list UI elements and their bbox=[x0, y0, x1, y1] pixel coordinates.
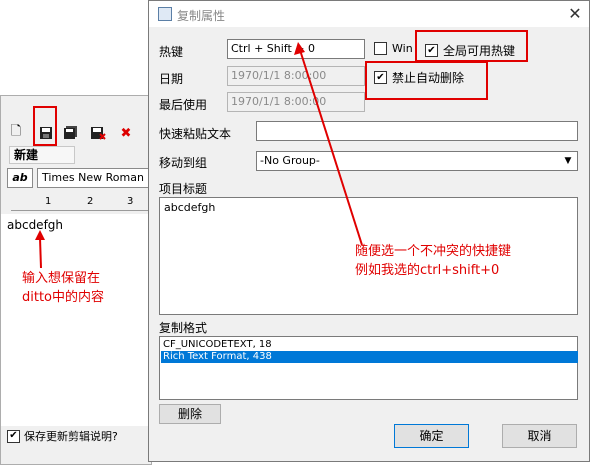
left-arrow-head bbox=[35, 230, 45, 240]
right-arrow-line bbox=[299, 49, 363, 246]
left-annotation-line1: 输入想保留在 bbox=[22, 271, 101, 286]
left-annotation-line2: ditto中的内容 bbox=[22, 290, 105, 305]
annotation-arrows bbox=[35, 42, 363, 269]
right-annotation-line2: 例如我选的ctrl+shift+0 bbox=[355, 263, 500, 278]
right-arrow-head bbox=[294, 42, 305, 55]
left-arrow-line bbox=[39, 237, 42, 269]
right-annotation-line1: 随便选一个不冲突的快捷键 bbox=[355, 244, 512, 259]
